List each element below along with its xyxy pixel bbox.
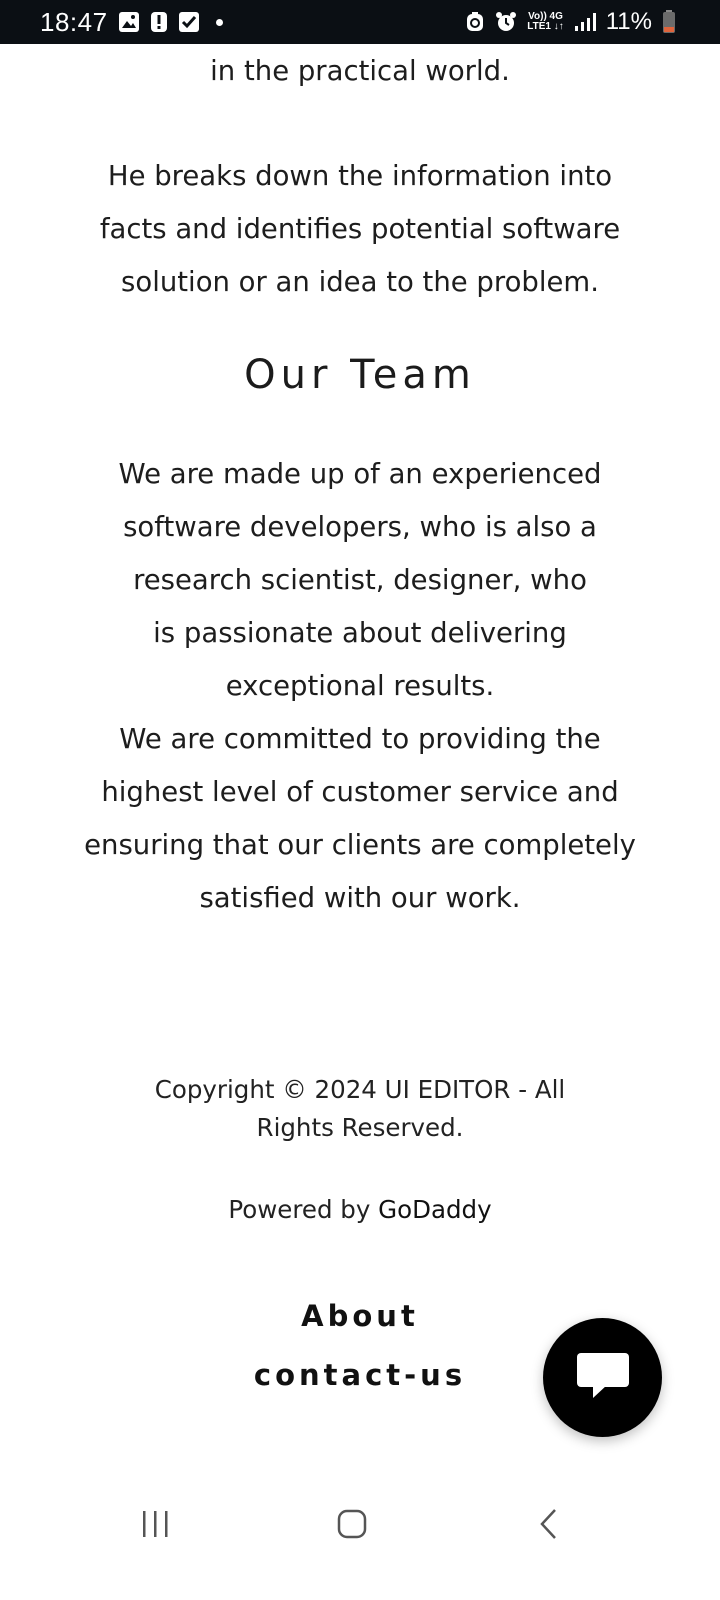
image-icon: [118, 11, 140, 33]
copyright-text: Copyright © 2024 UI EDITOR - All Rights …: [120, 1071, 600, 1147]
breakdown-paragraph: He breaks down the information into fact…: [50, 150, 670, 309]
network-bottom: LTE1 ↓↑: [527, 21, 564, 32]
recent-apps-button[interactable]: [125, 1504, 185, 1548]
text-line: We are made up of an experienced: [118, 458, 602, 490]
text-line: exceptional results.: [225, 670, 495, 702]
text-line: highest level of customer service and: [101, 776, 619, 808]
text-line: is passionate about delivering: [153, 617, 567, 649]
chat-bubble-icon: [575, 1351, 631, 1405]
text-line: in the practical world.: [210, 55, 510, 87]
status-time: 18:47: [40, 6, 108, 37]
status-bar: 18:47 Vo)) 4G LTE1 ↓↑ 11%: [0, 0, 720, 44]
alert-icon: [150, 11, 168, 33]
back-icon: [537, 1507, 561, 1545]
check-icon: [178, 11, 200, 33]
status-left: 18:47: [40, 7, 223, 38]
chat-button[interactable]: [543, 1318, 662, 1437]
team-heading: Our Team: [244, 352, 476, 398]
text-line: ensuring that our clients are completely: [84, 829, 636, 861]
system-nav-bar: [0, 1480, 720, 1570]
godaddy-link[interactable]: GoDaddy: [378, 1195, 491, 1224]
text-line: software developers, who is also a: [123, 511, 597, 543]
network-indicator: Vo)) 4G LTE1 ↓↑: [527, 12, 563, 32]
intro-tail-text: in the practical world.: [50, 45, 670, 98]
text-line: He breaks down the information into: [107, 160, 613, 192]
home-icon: [336, 1508, 368, 1544]
recent-apps-icon: [140, 1509, 170, 1543]
text-line: satisfied with our work.: [199, 882, 521, 914]
powered-by: Powered by GoDaddy: [120, 1191, 600, 1229]
text-line: We are committed to providing the: [119, 723, 601, 755]
text-line: research scientist, designer, who: [133, 564, 587, 596]
text-line: facts and identifies potential software: [99, 213, 621, 245]
home-button[interactable]: [322, 1504, 382, 1548]
battery-icon: [662, 10, 676, 34]
dot-icon: [215, 18, 223, 26]
copyright-line: Rights Reserved.: [256, 1113, 464, 1142]
alarm-icon: [495, 11, 517, 33]
team-paragraph: We are made up of an experienced softwar…: [50, 448, 670, 925]
copyright-line: Copyright © 2024 UI EDITOR - All: [154, 1075, 566, 1104]
text-line: solution or an idea to the problem.: [121, 266, 599, 298]
powered-by-prefix: Powered by: [228, 1195, 379, 1224]
back-button[interactable]: [519, 1504, 579, 1548]
signal-icon: [574, 12, 596, 32]
status-right: Vo)) 4G LTE1 ↓↑ 11%: [465, 8, 676, 36]
data-saver-icon: [465, 11, 485, 33]
battery-percent: 11%: [605, 8, 652, 35]
